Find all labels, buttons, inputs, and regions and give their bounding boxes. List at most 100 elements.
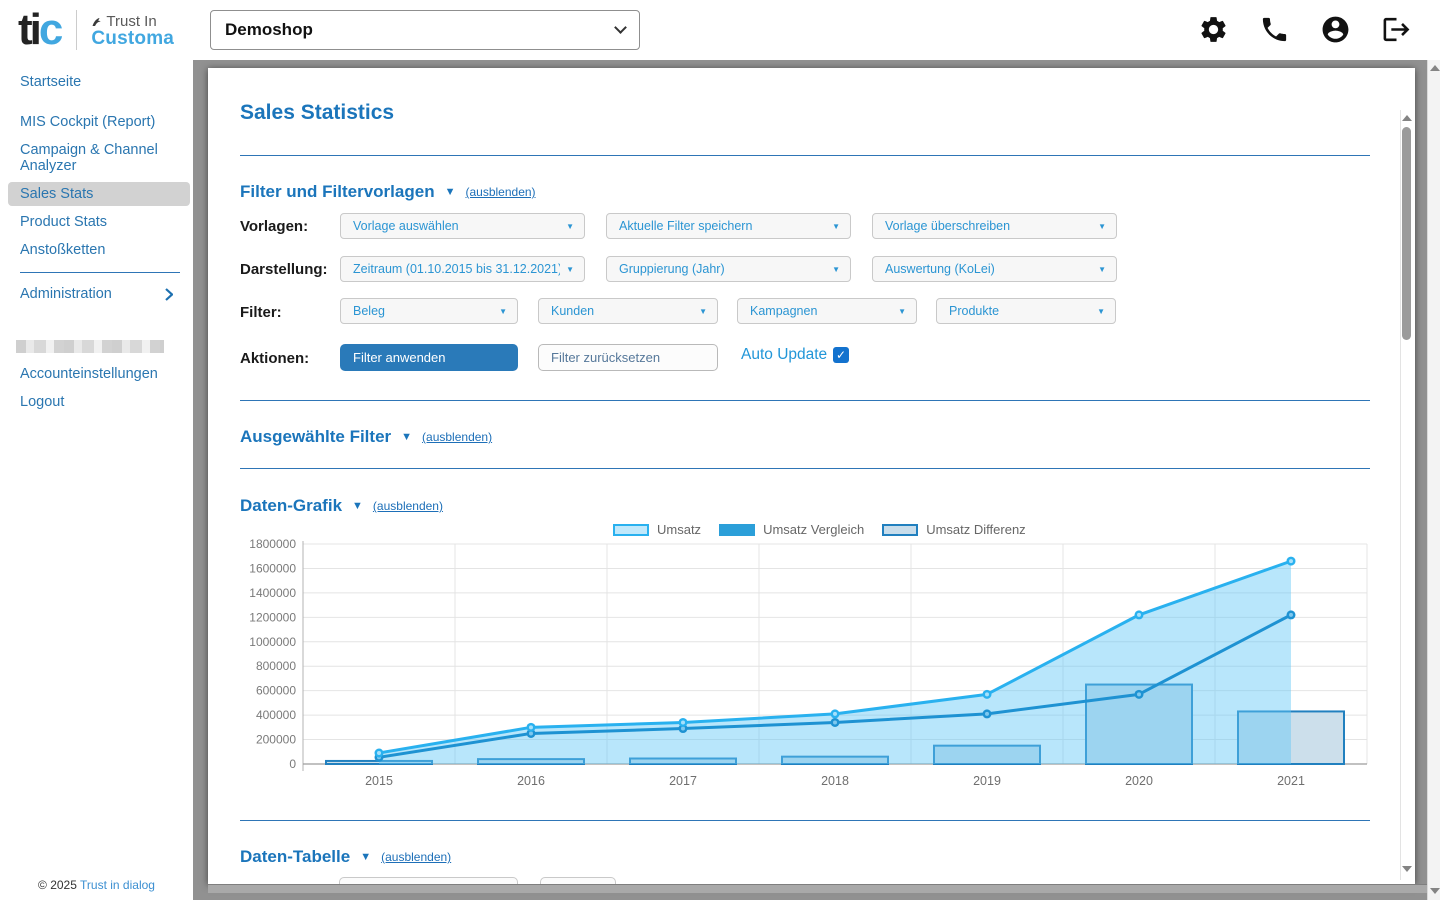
logout-icon[interactable] <box>1381 14 1412 45</box>
chevron-down-icon: ▼ <box>832 265 840 274</box>
dropdown-zeitraum[interactable]: Zeitraum (01.10.2015 bis 31.12.2021)▼ <box>340 256 585 282</box>
sidebar-item-anstossketten[interactable]: Anstoßketten <box>20 242 105 258</box>
dropdown-produkte[interactable]: Produkte▼ <box>936 298 1116 324</box>
main-content: Sales Statistics Filter und Filtervorlag… <box>208 68 1415 884</box>
sidebar-item-sales-stats[interactable]: Sales Stats <box>8 182 190 206</box>
chevron-down-icon: ▼ <box>566 265 574 274</box>
sidebar: Startseite MIS Cockpit (Report) Campaign… <box>0 60 193 900</box>
scroll-up-arrow[interactable] <box>1430 65 1440 71</box>
shop-select[interactable]: Demoshop <box>210 10 640 50</box>
horizontal-scrollbar[interactable] <box>208 884 1427 893</box>
brand-text: Trust In Customa <box>91 13 174 47</box>
apply-filter-button[interactable]: Filter anwenden <box>340 344 518 371</box>
auto-update-checkbox[interactable]: ✓ <box>833 347 849 363</box>
chevron-down-icon: ▼ <box>1098 265 1106 274</box>
sidebar-item-campaign-channel-analyzer[interactable]: Campaign & Channel Analyzer <box>20 142 175 174</box>
scroll-up-arrow[interactable] <box>1402 115 1412 121</box>
section-title: Daten-Grafik <box>240 496 342 516</box>
dropdown-gruppierung[interactable]: Gruppierung (Jahr)▼ <box>606 256 851 282</box>
section-title: Filter und Filtervorlagen <box>240 182 435 202</box>
svg-text:1000000: 1000000 <box>249 635 296 649</box>
sales-chart: 0200000400000600000800000100000012000001… <box>240 538 1370 798</box>
legend-swatch <box>719 524 755 536</box>
legend-item-umsatz-differenz: Umsatz Differenz <box>882 522 1025 537</box>
section-header-selected-filters: Ausgewählte Filter ▼ (ausblenden) <box>240 427 492 447</box>
chevron-down-icon: ▼ <box>898 307 906 316</box>
redacted-username <box>16 340 164 353</box>
hide-link[interactable]: (ausblenden) <box>465 185 535 199</box>
hide-link[interactable]: (ausblenden) <box>373 499 443 513</box>
svg-text:200000: 200000 <box>256 733 296 747</box>
logo[interactable]: tic Trust In Customa <box>18 6 174 54</box>
dropdown-auswertung[interactable]: Auswertung (KoLei)▼ <box>872 256 1117 282</box>
sidebar-item-product-stats[interactable]: Product Stats <box>20 214 107 230</box>
scroll-down-arrow[interactable] <box>1402 866 1412 872</box>
settings-icon[interactable] <box>1198 14 1229 45</box>
sidebar-divider <box>20 272 180 273</box>
chevron-down-icon: ▼ <box>1098 222 1106 231</box>
dropdown-kunden[interactable]: Kunden▼ <box>538 298 718 324</box>
reset-filter-button[interactable]: Filter zurücksetzen <box>538 344 718 371</box>
svg-text:2018: 2018 <box>821 774 849 788</box>
section-header-filters: Filter und Filtervorlagen ▼ (ausblenden) <box>240 182 536 202</box>
dropdown-kampagnen[interactable]: Kampagnen▼ <box>737 298 917 324</box>
divider <box>240 820 1370 821</box>
hide-link[interactable]: (ausblenden) <box>422 430 492 444</box>
dropdown-vorlage-ueberschreiben[interactable]: Vorlage überschreiben▼ <box>872 213 1117 239</box>
triangle-down-icon[interactable]: ▼ <box>360 851 371 863</box>
row-label-darstellung: Darstellung: <box>240 261 328 278</box>
section-header-chart: Daten-Grafik ▼ (ausblenden) <box>240 496 443 516</box>
section-title: Daten-Tabelle <box>240 847 350 867</box>
sidebar-item-startseite[interactable]: Startseite <box>20 74 81 90</box>
row-label-vorlagen: Vorlagen: <box>240 218 308 235</box>
hide-link[interactable]: (ausblenden) <box>381 850 451 864</box>
row-label-aktionen: Aktionen: <box>240 350 309 367</box>
content-scrollbar-thumb[interactable] <box>1402 127 1411 340</box>
svg-text:2015: 2015 <box>365 774 393 788</box>
table-control-partial-2[interactable] <box>540 877 616 884</box>
svg-text:1600000: 1600000 <box>249 561 296 575</box>
copyright-text: © 2025 <box>38 878 77 892</box>
triangle-down-icon[interactable]: ▼ <box>352 500 363 512</box>
svg-text:2019: 2019 <box>973 774 1001 788</box>
scroll-down-arrow[interactable] <box>1430 888 1440 894</box>
sidebar-item-accounteinstellungen[interactable]: Accounteinstellungen <box>20 366 158 382</box>
chevron-right-icon <box>165 288 173 301</box>
divider <box>240 400 1370 401</box>
phone-icon[interactable] <box>1259 14 1290 45</box>
chevron-down-icon <box>614 21 627 34</box>
svg-text:400000: 400000 <box>256 708 296 722</box>
account-icon[interactable] <box>1320 14 1351 45</box>
legend-swatch <box>882 524 918 536</box>
sidebar-item-logout[interactable]: Logout <box>20 394 64 410</box>
window-scrollbar[interactable] <box>1427 60 1440 900</box>
dropdown-beleg[interactable]: Beleg▼ <box>340 298 518 324</box>
top-bar: tic Trust In Customa Demoshop <box>0 0 1440 60</box>
logo-divider <box>76 10 77 50</box>
sidebar-footer: © 2025 Trust in dialog <box>0 878 193 892</box>
top-icon-group <box>1198 14 1412 45</box>
triangle-down-icon[interactable]: ▼ <box>401 431 412 443</box>
legend-item-umsatz: Umsatz <box>613 522 701 537</box>
table-control-partial-1[interactable] <box>339 877 518 884</box>
svg-text:2020: 2020 <box>1125 774 1153 788</box>
shop-select-value: Demoshop <box>225 20 616 40</box>
chevron-down-icon: ▼ <box>832 222 840 231</box>
sidebar-item-mis-cockpit[interactable]: MIS Cockpit (Report) <box>20 114 155 130</box>
chevron-down-icon: ▼ <box>499 307 507 316</box>
legend-swatch <box>613 524 649 536</box>
triangle-down-icon[interactable]: ▼ <box>445 186 456 198</box>
brand-bottom-label: Customa <box>91 30 174 47</box>
sidebar-item-administration[interactable]: Administration <box>20 286 173 302</box>
chart-legend: Umsatz Umsatz Vergleich Umsatz Differenz <box>613 522 1044 537</box>
svg-text:0: 0 <box>289 757 296 771</box>
svg-text:800000: 800000 <box>256 659 296 673</box>
trust-in-dialog-link[interactable]: Trust in dialog <box>80 878 155 892</box>
auto-update-label: Auto Update <box>741 346 827 364</box>
brand-mark-icon <box>91 16 103 28</box>
dropdown-aktuelle-filter-speichern[interactable]: Aktuelle Filter speichern▼ <box>606 213 851 239</box>
dropdown-vorlage-auswaehlen[interactable]: Vorlage auswählen▼ <box>340 213 585 239</box>
section-title: Ausgewählte Filter <box>240 427 391 447</box>
svg-text:2017: 2017 <box>669 774 697 788</box>
chevron-down-icon: ▼ <box>1097 307 1105 316</box>
